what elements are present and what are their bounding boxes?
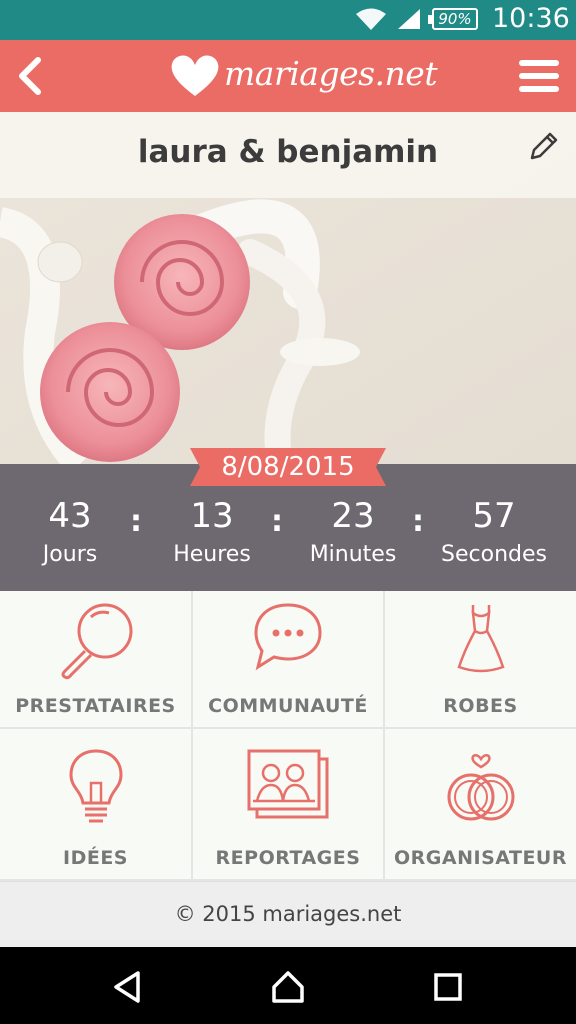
- hero-banner: laura & benjamin: [0, 112, 576, 464]
- countdown-seconds-value: 57: [472, 496, 516, 536]
- countdown-minutes-value: 23: [331, 496, 375, 536]
- chat-bubble-icon: [254, 603, 322, 671]
- couple-name: laura & benjamin: [137, 134, 439, 170]
- menu-label: COMMUNAUTÉ: [208, 695, 368, 717]
- rings-icon: [447, 754, 514, 821]
- menu-item-robes[interactable]: ROBES: [385, 591, 576, 729]
- menu-label: ORGANISATEUR: [394, 847, 567, 869]
- brand-logo[interactable]: mariages.net: [168, 48, 438, 104]
- system-nav-bar: [0, 947, 576, 1024]
- countdown-hours-value: 13: [190, 496, 234, 536]
- countdown-days-value: 43: [48, 496, 92, 536]
- chevron-left-icon[interactable]: [12, 52, 52, 100]
- lightbulb-icon: [68, 749, 123, 823]
- menu-label: IDÉES: [63, 847, 128, 869]
- wedding-date: 8/08/2015: [221, 452, 355, 482]
- menu-item-communaute[interactable]: COMMUNAUTÉ: [193, 591, 385, 729]
- countdown-separator: :: [130, 504, 142, 539]
- back-triangle-icon[interactable]: [108, 967, 148, 1007]
- battery-icon: 90%: [428, 8, 478, 30]
- menu-label: PRESTATAIRES: [15, 695, 176, 717]
- menu-item-idees[interactable]: IDÉES: [0, 729, 193, 881]
- menu-item-reportages[interactable]: REPORTAGES: [193, 729, 385, 881]
- countdown-hours: 13 Heures: [144, 494, 280, 567]
- menu-grid: PRESTATAIRES COMMUNAUTÉ ROBES IDÉES REPO…: [0, 591, 576, 881]
- pencil-icon[interactable]: [526, 128, 562, 164]
- menu-item-prestataires[interactable]: PRESTATAIRES: [0, 591, 193, 729]
- signal-icon: [398, 9, 420, 29]
- wedding-date-ribbon: 8/08/2015: [190, 448, 386, 486]
- countdown-seconds: 57 Secondes: [426, 494, 562, 567]
- logo-text: mariages.net: [224, 54, 438, 93]
- countdown-minutes: 23 Minutes: [285, 494, 421, 567]
- couple-name-band: laura & benjamin: [0, 112, 576, 198]
- photos-icon: [247, 749, 329, 819]
- countdown-days-label: Jours: [42, 542, 98, 567]
- footer: © 2015 mariages.net: [0, 881, 576, 947]
- hamburger-menu-icon[interactable]: [517, 54, 561, 98]
- countdown-days: 43 Jours: [2, 494, 138, 567]
- heart-icon: [171, 55, 219, 96]
- copyright-text: © 2015 mariages.net: [174, 902, 402, 926]
- magnifier-icon: [61, 603, 132, 680]
- dress-icon: [456, 605, 505, 673]
- menu-item-organisateur[interactable]: ORGANISATEUR: [385, 729, 576, 881]
- countdown-separator: :: [271, 504, 283, 539]
- countdown-minutes-label: Minutes: [309, 542, 397, 567]
- status-bar: 90% 10:36: [0, 0, 576, 40]
- countdown-seconds-label: Secondes: [441, 542, 547, 567]
- recents-square-icon[interactable]: [428, 967, 468, 1007]
- app-bar: mariages.net: [0, 40, 576, 112]
- menu-label: REPORTAGES: [215, 847, 361, 869]
- wifi-icon: [356, 8, 386, 30]
- menu-label: ROBES: [443, 695, 518, 717]
- countdown-separator: :: [412, 504, 424, 539]
- clock-time: 10:36: [492, 3, 570, 34]
- countdown-hours-label: Heures: [173, 542, 251, 567]
- home-icon[interactable]: [268, 967, 308, 1007]
